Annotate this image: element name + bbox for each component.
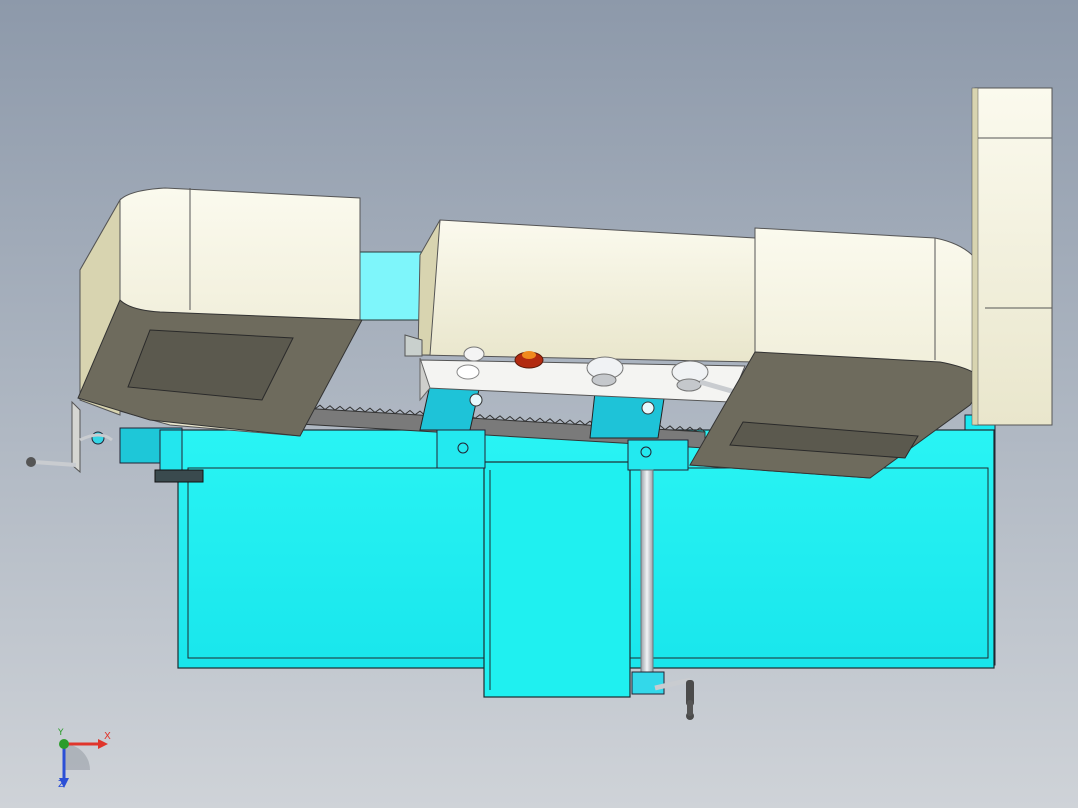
bottom-hand-crank[interactable] <box>654 677 694 720</box>
z-axis-label: Z <box>58 779 65 790</box>
left-wheel-housing <box>77 187 363 437</box>
band-saw-model[interactable] <box>0 0 1078 808</box>
motor-housing <box>971 87 1053 426</box>
y-axis-label: Y <box>58 728 64 738</box>
x-axis-label: X <box>104 731 111 742</box>
axis-triad: X Y Z <box>40 726 120 796</box>
3d-viewport[interactable]: X Y Z <box>0 0 1078 808</box>
